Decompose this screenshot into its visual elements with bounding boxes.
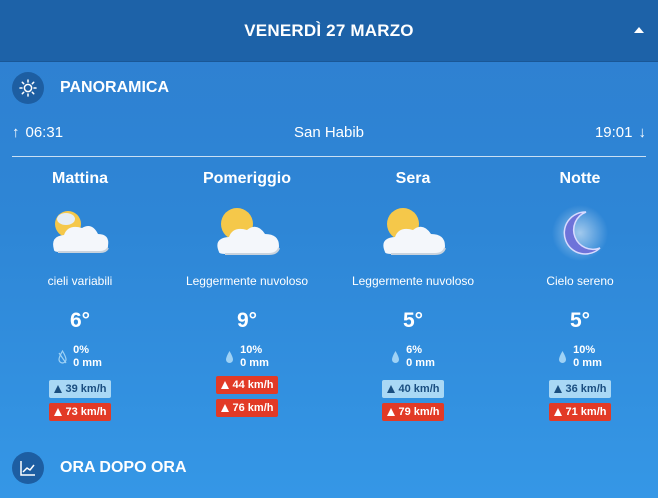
temperature: 5° [402, 309, 424, 332]
wind-avg-badge: 36 km/h [548, 380, 612, 398]
wind-avg-badge: 44 km/h [215, 376, 279, 394]
sun-behind-cloud-icon [373, 202, 453, 264]
period-title: Sera [395, 170, 431, 187]
wind-direction-icon [386, 385, 395, 393]
line-chart-icon [12, 452, 44, 484]
wind-gust-value: 76 km/h [232, 402, 274, 414]
precip-probability: 0% [73, 344, 90, 356]
period-morning: Mattina cieli variabili 6° 0% 0 mm 39 km… [0, 170, 160, 421]
wind-gust-badge: 71 km/h [548, 403, 612, 421]
rain-drop-icon [392, 351, 400, 363]
period-afternoon: Pomeriggio Leggermente nuvoloso 9° 10% 0… [167, 170, 327, 417]
wind-gust-badge: 73 km/h [48, 403, 112, 421]
no-rain-drop-icon [58, 350, 67, 364]
precip-amount: 0 mm [73, 357, 102, 369]
day-header[interactable]: VENERDÌ 27 MARZO [0, 0, 658, 62]
rain-drop-icon [559, 351, 567, 363]
wind-direction-icon [386, 408, 395, 416]
overview-title: PANORAMICA [60, 79, 170, 96]
condition-text: Leggermente nuvoloso [185, 274, 309, 288]
wind-gust-badge: 76 km/h [215, 399, 279, 417]
sunset: 19:01 ↓ [595, 124, 646, 141]
arrow-up-icon: ↑ [12, 123, 20, 141]
arrow-down-icon: ↓ [638, 123, 647, 141]
wind-avg-badge: 40 km/h [381, 380, 445, 398]
period-title: Mattina [52, 170, 108, 187]
divider [12, 156, 646, 157]
condition-text: cieli variabili [47, 274, 113, 288]
wind-direction-icon [53, 408, 62, 416]
period-evening: Sera Leggermente nuvoloso 5° 6% 0 mm 40 … [333, 170, 493, 421]
sun-outline-icon [12, 72, 44, 104]
overview-section-header: PANORAMICA [12, 72, 169, 104]
temperature: 9° [236, 309, 258, 332]
precip-probability: 6% [406, 344, 423, 356]
wind-gust-badge: 79 km/h [381, 403, 445, 421]
wind-gust-value: 73 km/h [65, 406, 107, 418]
hourly-title: ORA DOPO ORA [60, 459, 187, 476]
precipitation: 6% 0 mm [333, 343, 493, 371]
sunrise: ↑ 06:31 [12, 124, 63, 141]
temperature: 5° [569, 309, 591, 332]
wind-avg-value: 39 km/h [65, 383, 107, 395]
sun-times-row: ↑ 06:31 San Habib 19:01 ↓ [12, 120, 646, 144]
hourly-section-header[interactable]: ORA DOPO ORA [12, 452, 187, 484]
precip-amount: 0 mm [406, 357, 435, 369]
wind-direction-icon [553, 408, 562, 416]
wind-direction-icon [53, 385, 62, 393]
wind-avg-value: 36 km/h [565, 383, 607, 395]
wind-gust-value: 79 km/h [398, 406, 440, 418]
wind-direction-icon [553, 385, 562, 393]
partly-cloudy-icon [40, 202, 120, 264]
period-night: Notte Cielo sereno 5° 10% 0 mm 36 km/h 7… [500, 170, 658, 421]
precip-probability: 10% [240, 344, 263, 356]
moon-icon [540, 202, 620, 264]
collapse-caret-icon[interactable] [634, 27, 644, 33]
precip-amount: 0 mm [573, 357, 602, 369]
period-title: Pomeriggio [202, 170, 291, 187]
wind-avg-value: 40 km/h [398, 383, 440, 395]
sunrise-time: 06:31 [25, 123, 64, 141]
rain-drop-icon [226, 351, 234, 363]
precipitation: 10% 0 mm [500, 343, 658, 371]
wind-gust-value: 71 km/h [565, 406, 607, 418]
condition-text: Leggermente nuvoloso [351, 274, 475, 288]
day-title: VENERDÌ 27 MARZO [244, 20, 414, 40]
location-name: San Habib [293, 123, 365, 141]
precip-probability: 10% [573, 344, 596, 356]
wind-avg-value: 44 km/h [232, 379, 274, 391]
temperature: 6° [69, 309, 91, 332]
period-title: Notte [559, 170, 601, 187]
wind-avg-badge: 39 km/h [48, 380, 112, 398]
condition-text: Cielo sereno [546, 274, 614, 288]
precip-amount: 0 mm [240, 357, 269, 369]
precipitation: 0% 0 mm [0, 343, 160, 371]
precipitation: 10% 0 mm [167, 343, 327, 371]
sun-behind-cloud-icon [207, 202, 287, 264]
wind-direction-icon [220, 404, 229, 412]
wind-direction-icon [220, 381, 229, 389]
sunset-time: 19:01 [594, 123, 633, 141]
